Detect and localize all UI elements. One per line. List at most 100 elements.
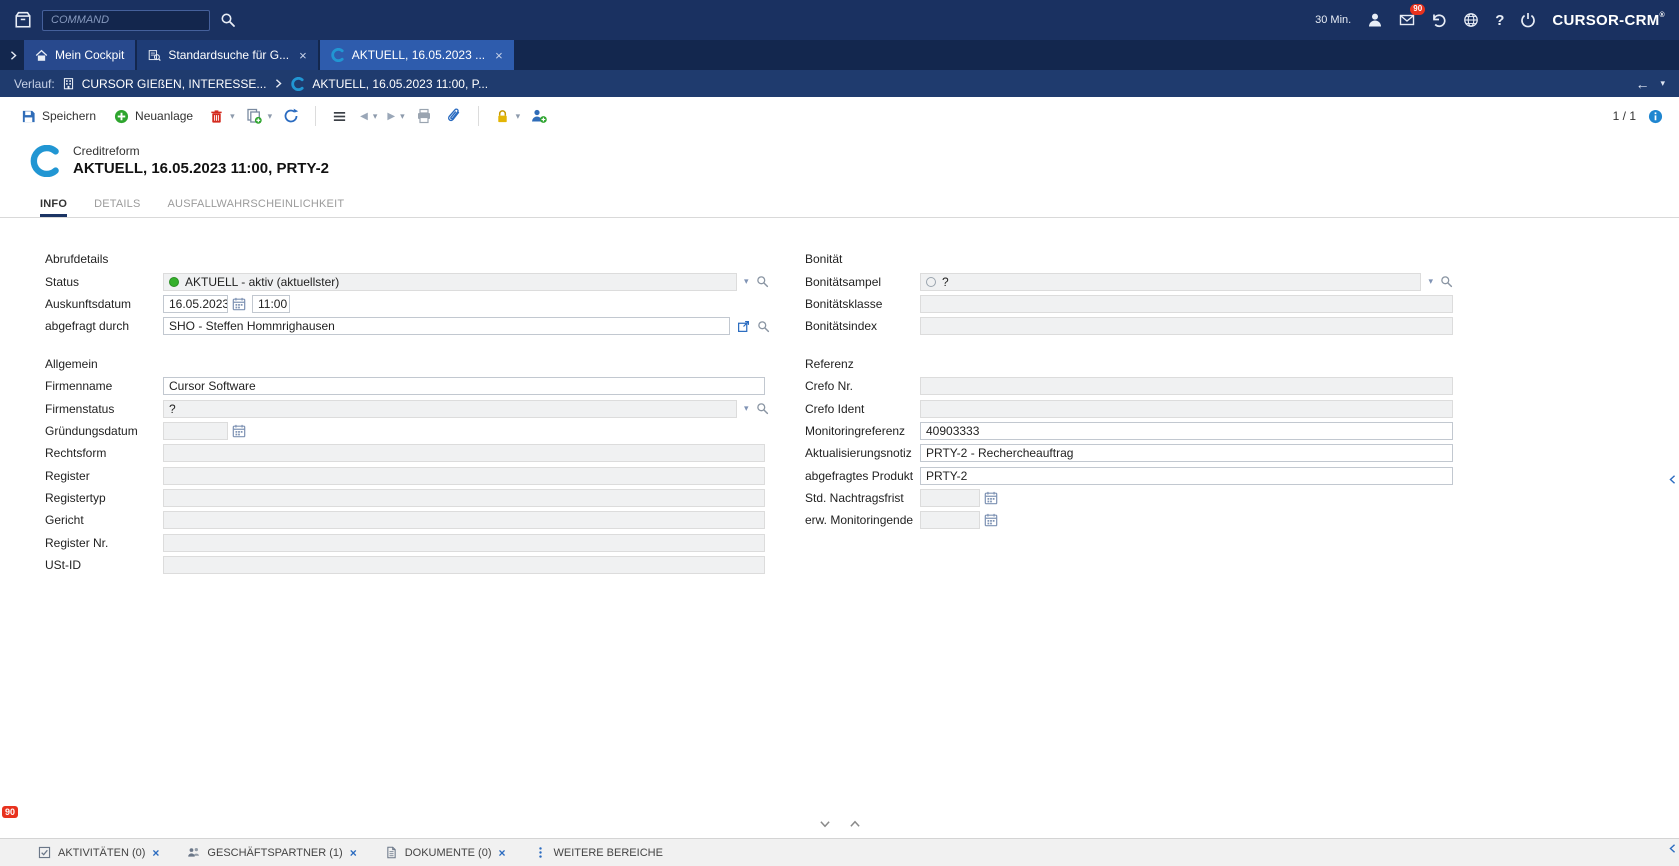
history-back-icon[interactable]: ← [1635,76,1649,92]
abgefragtes-produkt-input[interactable]: PRTY-2 [920,467,1453,485]
bottom-tab-aktivitaeten[interactable]: AKTIVITÄTEN (0) × [38,846,159,860]
tab-info[interactable]: INFO [40,198,67,217]
register-nr-input[interactable] [163,534,765,552]
tab-details[interactable]: DETAILS [94,198,140,217]
next-record-button[interactable]: ▶ [385,111,397,122]
prev-record-button[interactable]: ◀ [358,111,370,122]
monitoringreferenz-input[interactable]: 40903333 [920,422,1453,440]
erw-monitoringende-date-input[interactable] [920,511,980,529]
firmenname-input[interactable]: Cursor Software [163,377,765,395]
tab-aktuell-active[interactable]: AKTUELL, 16.05.2023 ... × [320,40,514,70]
firmenstatus-combobox[interactable]: ? [163,400,737,418]
breadcrumb-item-current[interactable]: AKTUELL, 16.05.2023 11:00, P... [312,77,488,91]
delete-button[interactable] [206,106,227,127]
close-bottom-tab-icon[interactable]: × [350,846,357,860]
menu-button[interactable] [329,106,350,127]
firmenstatus-dropdown-caret-icon[interactable]: ▾ [744,404,749,413]
bonitaetsampel-combobox[interactable]: ? [920,273,1421,291]
print-button[interactable] [413,105,435,127]
field-crefo-nr: Crefo Nr. [805,375,1453,397]
info-icon[interactable] [1648,109,1663,124]
breadcrumb-item-businesspartner[interactable]: CURSOR GIEßEN, INTERESSE... [82,77,267,91]
history-dropdown-caret-icon[interactable]: ▾ [1660,79,1665,88]
calendar-icon[interactable] [232,424,246,438]
tab-ausfallwahrscheinlichkeit[interactable]: AUSFALLWAHRSCHEINLICHKEIT [168,198,345,217]
notifications-button[interactable]: 90 [1399,12,1415,28]
rechtsform-input[interactable] [163,444,765,462]
undo-icon[interactable] [1431,12,1447,28]
collapse-down-icon[interactable] [819,818,831,830]
bottom-tab-geschaeftspartner[interactable]: GESCHÄFTSPARTNER (1) × [187,846,356,860]
firmenstatus-search-icon[interactable] [756,402,769,415]
std-nachtragsfrist-date-input[interactable] [920,489,980,507]
expand-side-panel-icon[interactable] [1667,474,1678,485]
lock-button[interactable] [492,106,513,127]
field-erw-monitoringende: erw. Monitoringende [805,509,1453,531]
calendar-icon[interactable] [984,513,998,527]
paperclip-icon [446,108,462,124]
save-button[interactable]: Speichern [16,105,101,128]
gruendungsdatum-date-input[interactable] [163,422,228,440]
building-icon [62,77,75,90]
abgefragt-durch-search-icon[interactable] [757,320,770,333]
topbar-right-group: 30 Min. 90 ? CURSOR-CRM® [1315,12,1665,29]
prev-record-dropdown-caret-icon[interactable]: ▾ [373,112,378,121]
notification-badge-floating[interactable]: 90 [2,806,18,818]
crefo-nr-input[interactable] [920,377,1453,395]
aktualisierungsnotiz-input[interactable]: PRTY-2 - Rechercheauftrag [920,444,1453,462]
gericht-input[interactable] [163,511,765,529]
field-crefo-ident: Crefo Ident [805,397,1453,419]
bottom-tab-weitere-bereiche[interactable]: WEITERE BEREICHE [534,846,663,859]
bottom-tab-dokumente[interactable]: DOKUMENTE (0) × [385,846,506,860]
toolbar: Speichern Neuanlage ▾ ▾ ◀ ▾ ▶ ▾ ▾ 1 / 1 [0,97,1679,135]
close-tab-icon[interactable]: × [495,48,503,63]
field-firmenstatus: Firmenstatus ? ▾ [45,397,770,419]
bonitaetsklasse-input[interactable] [920,295,1453,313]
register-input[interactable] [163,467,765,485]
calendar-icon[interactable] [984,491,998,505]
globe-icon[interactable] [1463,12,1479,28]
copy-button[interactable] [243,105,265,127]
tab-standardsuche[interactable]: Standardsuche für G... × [137,40,317,70]
splitter-controls [819,818,861,838]
crefo-ident-input[interactable] [920,400,1453,418]
auskunftsdatum-time-input[interactable]: 11:00 [252,295,290,313]
field-gruendungsdatum: Gründungsdatum [45,420,770,442]
bonitaetsampel-dropdown-caret-icon[interactable]: ▾ [1428,277,1433,286]
registertyp-input[interactable] [163,489,765,507]
status-dropdown-caret-icon[interactable]: ▾ [744,277,749,286]
new-record-button[interactable]: Neuanlage [109,105,198,128]
bonitaetsampel-search-icon[interactable] [1440,275,1453,288]
close-tab-icon[interactable]: × [299,48,307,63]
tab-overflow-button[interactable] [2,40,24,70]
ust-id-input[interactable] [163,556,765,574]
app-cube-icon[interactable] [14,11,32,29]
user-icon[interactable] [1367,12,1383,28]
open-record-icon[interactable] [737,320,750,333]
command-search-icon[interactable] [220,12,236,28]
close-bottom-tab-icon[interactable]: × [152,846,159,860]
expand-bottom-panel-icon[interactable] [1667,843,1678,854]
calendar-icon[interactable] [232,297,246,311]
field-bonitaetsampel: Bonitätsampel ? ▾ [805,270,1453,292]
refresh-button[interactable] [280,105,302,127]
help-icon[interactable]: ? [1495,12,1504,29]
abgefragt-durch-input[interactable]: SHO - Steffen Hommrighausen [163,317,730,335]
delete-dropdown-caret-icon[interactable]: ▾ [230,112,235,121]
lock-dropdown-caret-icon[interactable]: ▾ [516,112,521,121]
tab-mein-cockpit[interactable]: Mein Cockpit [24,40,135,70]
power-icon[interactable] [1520,12,1536,28]
command-input[interactable] [42,10,210,31]
field-aktualisierungsnotiz: Aktualisierungsnotiz PRTY-2 - Recherchea… [805,442,1453,464]
auskunftsdatum-date-input[interactable]: 16.05.2023 [163,295,228,313]
next-record-dropdown-caret-icon[interactable]: ▾ [400,112,405,121]
copy-dropdown-caret-icon[interactable]: ▾ [268,112,273,121]
add-relation-button[interactable] [528,105,550,127]
status-combobox[interactable]: AKTUELL - aktiv (aktuellster) [163,273,737,291]
field-monitoringreferenz: Monitoringreferenz 40903333 [805,420,1453,442]
status-search-icon[interactable] [756,275,769,288]
expand-up-icon[interactable] [849,818,861,830]
attachment-button[interactable] [443,105,465,127]
bonitaetsindex-input[interactable] [920,317,1453,335]
close-bottom-tab-icon[interactable]: × [499,846,506,860]
